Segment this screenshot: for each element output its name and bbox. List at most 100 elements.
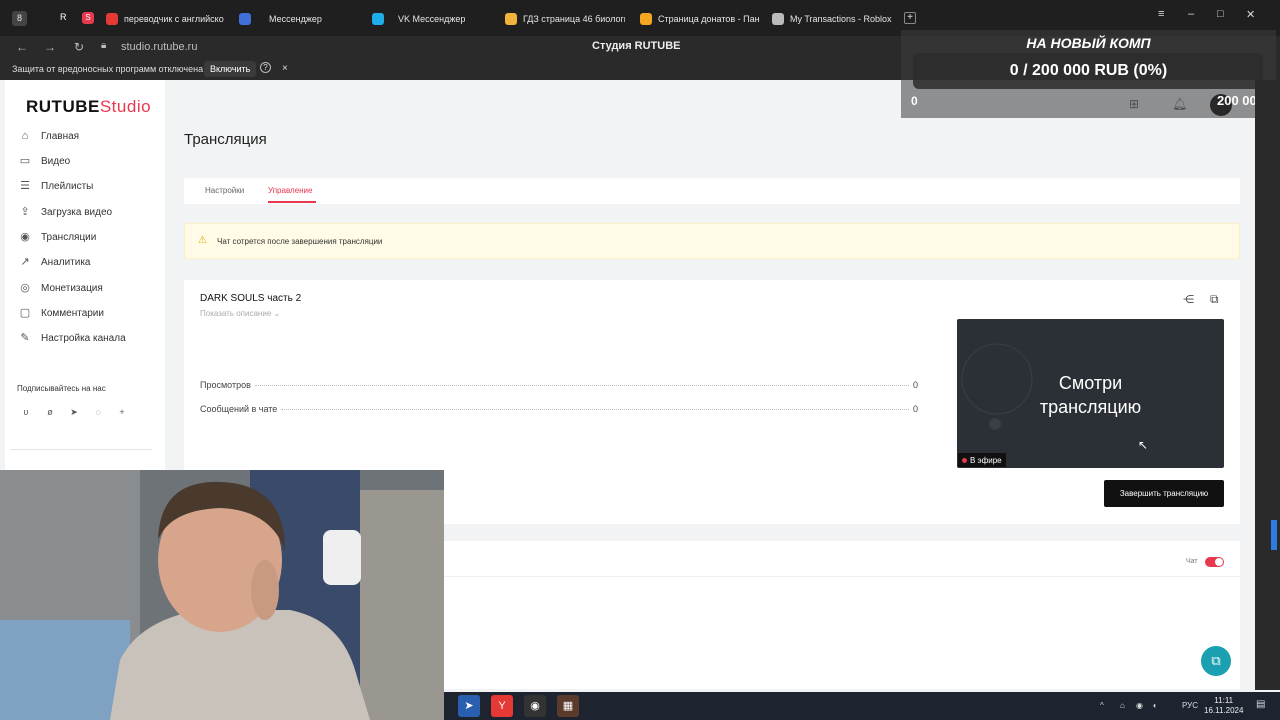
- more-social-icon[interactable]: +: [115, 405, 129, 419]
- notice-text: Чат сотрется после завершения трансляции: [217, 237, 383, 246]
- broadcast-icon: ◉: [20, 231, 30, 243]
- sidebar-item-analytics[interactable]: ↗ Аналитика: [18, 254, 91, 270]
- warning-text: Защита от вредоносных программ отключена: [12, 64, 204, 74]
- sidebar-item-label: Комментарии: [41, 307, 104, 319]
- sidebar-item-label: Настройка канала: [41, 332, 126, 344]
- sidebar-item-label: Видео: [41, 155, 71, 167]
- reload-icon[interactable]: ↻: [74, 40, 84, 54]
- volume-icon[interactable]: ◖: [1152, 701, 1157, 710]
- close-warning-icon[interactable]: ×: [282, 63, 288, 74]
- new-tab-button[interactable]: +: [904, 12, 916, 24]
- back-icon[interactable]: ←: [16, 40, 28, 54]
- tabs-list-icon[interactable]: ≡: [1158, 8, 1164, 20]
- windows-taskbar: ➤ Y ◉ ▦ ^ ⌂ ◉ ◖ РУС 11:11 16.11.2024 ▤: [444, 692, 1280, 720]
- sidebar-item-label: Аналитика: [41, 256, 91, 268]
- sidebar-item-home[interactable]: ⌂ Главная: [18, 128, 79, 144]
- roblox-icon: [772, 13, 784, 25]
- sidebar-item-comments[interactable]: ▢ Комментарии: [18, 305, 104, 321]
- network-icon[interactable]: ⌂: [1120, 701, 1125, 710]
- video-icon: ▭: [19, 155, 31, 167]
- open-external-icon[interactable]: ⧉: [1210, 292, 1219, 307]
- tray-app-icon[interactable]: ◉: [1136, 701, 1143, 710]
- sidebar-item-label: Монетизация: [41, 282, 103, 294]
- home-icon: ⌂: [21, 130, 29, 142]
- ok-icon[interactable]: ø: [43, 405, 57, 419]
- live-badge: В эфире: [958, 453, 1006, 467]
- end-broadcast-button[interactable]: Завершить трансляцию: [1104, 480, 1224, 507]
- comments-icon: ▢: [19, 307, 31, 319]
- help-icon[interactable]: ?: [260, 62, 271, 73]
- tab-management[interactable]: Управление: [268, 186, 312, 195]
- support-chat-button[interactable]: ⧉: [1201, 646, 1231, 676]
- chat-label: Чат: [1186, 558, 1198, 565]
- telegram-app-icon[interactable]: ➤: [458, 695, 480, 717]
- clock[interactable]: 11:11 16.11.2024: [1204, 696, 1243, 716]
- sidebar-item-broadcasts[interactable]: ◉ Трансляции: [18, 229, 96, 245]
- page-title-bar: Студия RUTUBE: [592, 40, 681, 52]
- telegram-icon[interactable]: ➤: [67, 405, 81, 419]
- show-description-label: Показать описание: [200, 309, 272, 318]
- tab-label: переводчик с английского: [124, 14, 224, 24]
- donation-goal-overlay: НА НОВЫЙ КОМП 0 / 200 000 RUB (0%) 0 200…: [901, 30, 1276, 118]
- vk-icon[interactable]: ʋ: [19, 405, 33, 419]
- minimize-icon[interactable]: –: [1188, 8, 1194, 20]
- tab-vk-messenger[interactable]: VK Мессенджер: [372, 12, 482, 26]
- stat-label: Просмотров: [200, 380, 251, 390]
- language-indicator[interactable]: РУС: [1182, 701, 1198, 710]
- stat-views: Просмотров 0: [200, 380, 918, 390]
- active-tab-indicator: [268, 201, 316, 203]
- mouse-cursor-icon: ↖: [1138, 438, 1149, 452]
- tab-gdz[interactable]: ГДЗ страница 46 биологи: [505, 12, 625, 26]
- tab-messenger[interactable]: Мессенджер: [239, 12, 349, 26]
- yandex-browser-icon[interactable]: Y: [491, 695, 513, 717]
- page-title: Трансляция: [184, 131, 267, 148]
- close-window-icon[interactable]: ✕: [1246, 8, 1255, 21]
- right-sidebar-strip: [1255, 80, 1280, 690]
- clock-time: 11:11: [1214, 696, 1234, 705]
- subscribe-label: Подписывайтесь на нас: [17, 384, 106, 393]
- maximize-icon[interactable]: □: [1217, 8, 1224, 20]
- tab-translator[interactable]: переводчик с английского: [106, 12, 224, 26]
- obs-icon[interactable]: ◉: [524, 695, 546, 717]
- tab-label: ГДЗ страница 46 биологи: [523, 14, 625, 24]
- sidebar-item-upload[interactable]: ⇪ Загрузка видео: [18, 204, 112, 220]
- watch-stream-text: Смотри трансляцию: [1039, 373, 1142, 417]
- sidebar-item-channel-settings[interactable]: ✎ Настройка канала: [18, 330, 126, 346]
- browser-menu-icon[interactable]: 8: [12, 11, 27, 26]
- pinned-tab-s[interactable]: S: [82, 12, 94, 24]
- scrollbar-thumb[interactable]: [1271, 520, 1277, 550]
- stat-label: Сообщений в чате: [200, 404, 278, 414]
- tab-label: Страница донатов - Пано: [658, 14, 760, 24]
- sidebar-item-video[interactable]: ▭ Видео: [18, 153, 70, 169]
- chat-notice-banner: ⚠ Чат сотрется после завершения трансляц…: [184, 223, 1240, 259]
- tab-donations[interactable]: Страница донатов - Пано: [640, 12, 760, 26]
- tab-settings[interactable]: Настройки: [205, 186, 244, 195]
- goal-amount: 0 / 200 000 RUB (0%): [1009, 62, 1168, 79]
- tab-label: VK Мессенджер: [398, 14, 466, 24]
- support-icon: ⧉: [1211, 653, 1221, 668]
- share-icon[interactable]: ⋲: [1183, 293, 1194, 306]
- pinned-tab-r[interactable]: R: [60, 12, 72, 24]
- url-text[interactable]: studio.rutube.ru: [121, 41, 197, 53]
- sidebar-item-label: Плейлисты: [41, 180, 94, 192]
- notifications-icon[interactable]: ▤: [1256, 699, 1265, 710]
- show-description-toggle[interactable]: Показать описание ⌄: [200, 309, 280, 318]
- sidebar-divider: [10, 449, 152, 450]
- enable-protection-button[interactable]: Включить: [204, 61, 257, 77]
- stream-preview[interactable]: Смотри трансляцию: [957, 319, 1224, 468]
- rutube-studio-logo[interactable]: RUTUBEStudio: [26, 97, 151, 117]
- tab-roblox[interactable]: My Transactions - Roblox: [772, 12, 892, 26]
- donation-page-icon: [640, 13, 652, 25]
- tray-chevron-icon[interactable]: ^: [1100, 701, 1104, 710]
- forward-icon[interactable]: →: [44, 40, 56, 54]
- live-dot-icon: [962, 457, 967, 463]
- analytics-icon: ↗: [20, 256, 30, 268]
- sidebar-item-playlists[interactable]: ☰ Плейлисты: [18, 178, 93, 194]
- game-icon[interactable]: ▦: [557, 695, 579, 717]
- viber-icon[interactable]: ◌: [91, 405, 105, 419]
- money-icon: ◎: [20, 282, 30, 294]
- chat-toggle[interactable]: [1205, 557, 1224, 567]
- sidebar-item-monetization[interactable]: ◎ Монетизация: [18, 280, 103, 296]
- vk-messenger-icon: [372, 13, 384, 25]
- logo-studio: Studio: [99, 97, 152, 116]
